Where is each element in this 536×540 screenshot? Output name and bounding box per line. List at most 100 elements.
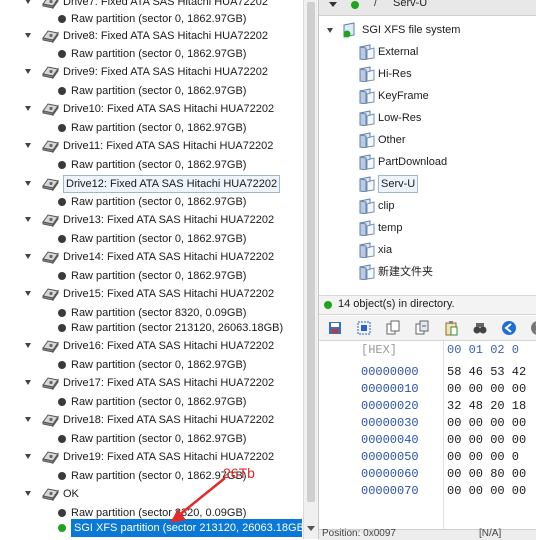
- tree-partition-item[interactable]: Raw partition (sector 0, 1862.97GB): [0, 393, 302, 411]
- partition-ok-icon: [58, 524, 66, 532]
- tree-drive-item[interactable]: OK: [0, 485, 302, 503]
- expand-toggle-icon[interactable]: [25, 454, 31, 459]
- expand-toggle-icon[interactable]: [25, 291, 31, 296]
- expand-toggle-icon[interactable]: [25, 417, 31, 422]
- folder-item[interactable]: xia: [319, 240, 536, 260]
- expand-toggle-icon[interactable]: [25, 254, 31, 259]
- tree-partition-item[interactable]: Raw partition (sector 0, 1862.97GB): [0, 430, 302, 448]
- hex-bytes[interactable]: 00 00 80 00: [447, 467, 526, 481]
- tree-drive-item[interactable]: Drive18: Fixed ATA SAS Hitachi HUA72202: [0, 411, 302, 429]
- hex-bytes[interactable]: 00 00 00 00: [447, 382, 526, 396]
- tree-drive-item[interactable]: Drive17: Fixed ATA SAS Hitachi HUA72202: [0, 374, 302, 392]
- hard-drive-icon: [41, 102, 59, 117]
- expand-toggle-icon[interactable]: [25, 181, 31, 186]
- folder-item[interactable]: temp: [319, 218, 536, 238]
- tree-drive-item[interactable]: Drive15: Fixed ATA SAS Hitachi HUA72202: [0, 285, 302, 303]
- tree-drive-item[interactable]: Drive13: Fixed ATA SAS Hitachi HUA72202: [0, 211, 302, 229]
- partition-label: Raw partition (sector 213120, 26063.18GB…: [71, 322, 284, 334]
- tree-drive-item[interactable]: Drive8: Fixed ATA SAS Hitachi HUA72202: [0, 27, 302, 45]
- hex-offset: 00000050: [361, 450, 419, 464]
- hex-bytes[interactable]: 00 00 00 00: [447, 416, 526, 430]
- forward-icon[interactable]: [530, 320, 536, 336]
- tree-partition-item[interactable]: Raw partition (sector 213120, 26063.18GB…: [0, 319, 302, 337]
- folder-item[interactable]: clip: [319, 196, 536, 216]
- drive-label: Drive17: Fixed ATA SAS Hitachi HUA72202: [63, 377, 275, 389]
- position-readout: Position: 0x0097: [322, 528, 396, 539]
- hex-toolbar: [319, 316, 536, 341]
- tree-partition-item[interactable]: Raw partition (sector 0, 1862.97GB): [0, 230, 302, 248]
- folder-tree-root[interactable]: SGI XFS file system: [319, 20, 536, 40]
- copy-to-icon[interactable]: [414, 320, 430, 336]
- scrollbar-thumb[interactable]: [307, 2, 315, 502]
- select-icon[interactable]: [356, 320, 372, 336]
- position-bar: Position: 0x0097 [N/A]: [319, 528, 536, 540]
- chevron-down-icon[interactable]: [329, 2, 337, 7]
- tree-drive-item[interactable]: Drive11: Fixed ATA SAS Hitachi HUA72202: [0, 137, 302, 155]
- copy-icon[interactable]: [385, 320, 401, 336]
- save-icon[interactable]: [327, 320, 343, 336]
- drive-label: Drive10: Fixed ATA SAS Hitachi HUA72202: [63, 103, 275, 115]
- expand-toggle-icon[interactable]: [25, 0, 31, 4]
- hex-column-header: 00 01 02 0: [447, 343, 520, 357]
- partition-icon: [58, 472, 66, 480]
- tree-partition-item[interactable]: Raw partition (sector 0, 1862.97GB): [0, 193, 302, 211]
- expand-toggle-icon[interactable]: [25, 106, 31, 111]
- folder-icon: [357, 66, 375, 83]
- hard-drive-icon: [41, 177, 59, 192]
- expand-toggle-icon[interactable]: [327, 28, 333, 33]
- partition-icon: [58, 435, 66, 443]
- tree-partition-item[interactable]: Raw partition (sector 0, 1862.97GB): [0, 82, 302, 100]
- hex-view[interactable]: [HEX] 00 01 02 0 00000000 58 46 53 42 0000…: [319, 341, 536, 529]
- expand-toggle-icon[interactable]: [25, 33, 31, 38]
- tree-partition-item[interactable]: Raw partition (sector 0, 1862.97GB): [0, 267, 302, 285]
- tree-scrollbar[interactable]: [303, 0, 318, 539]
- folder-item[interactable]: KeyFrame: [319, 86, 536, 106]
- tree-drive-item[interactable]: Drive10: Fixed ATA SAS Hitachi HUA72202: [0, 100, 302, 118]
- partition-label: Raw partition (sector 0, 1862.97GB): [71, 48, 247, 60]
- tree-partition-item[interactable]: Raw partition (sector 0, 1862.97GB): [0, 356, 302, 374]
- tree-partition-item[interactable]: Raw partition (sector 0, 1862.97GB): [0, 119, 302, 137]
- back-icon[interactable]: [501, 320, 517, 336]
- tree-partition-item[interactable]: Raw partition (sector 0, 1862.97GB): [0, 467, 302, 485]
- partition-icon: [58, 124, 66, 132]
- hard-drive-icon: [41, 339, 59, 354]
- expand-toggle-icon[interactable]: [25, 343, 31, 348]
- tree-partition-item[interactable]: SGI XFS partition (sector 213120, 26063.…: [0, 519, 302, 537]
- folder-item[interactable]: Low-Res: [319, 108, 536, 128]
- folder-item[interactable]: Hi-Res: [319, 64, 536, 84]
- scroll-down-icon[interactable]: [307, 526, 315, 531]
- tree-drive-item[interactable]: Drive19: Fixed ATA SAS Hitachi HUA72202: [0, 448, 302, 466]
- drive-label: Drive15: Fixed ATA SAS Hitachi HUA72202: [63, 288, 275, 300]
- folder-item[interactable]: PartDownload: [319, 152, 536, 172]
- expand-toggle-icon[interactable]: [25, 380, 31, 385]
- folder-item[interactable]: 新建文件夹: [319, 262, 536, 282]
- expand-toggle-icon[interactable]: [25, 491, 31, 496]
- hex-bytes[interactable]: 58 46 53 42: [447, 365, 526, 379]
- hard-drive-icon: [41, 29, 59, 44]
- partition-icon: [58, 15, 66, 23]
- hex-bytes[interactable]: 00 00 00 0: [447, 450, 519, 464]
- folder-item[interactable]: External: [319, 42, 536, 62]
- tree-drive-item[interactable]: Drive12: Fixed ATA SAS Hitachi HUA72202: [0, 175, 302, 193]
- folder-item[interactable]: Serv-U: [319, 174, 536, 194]
- folder-label: Low-Res: [378, 112, 422, 124]
- hex-bytes[interactable]: 32 48 20 18: [447, 399, 526, 413]
- paste-icon[interactable]: [443, 320, 459, 336]
- tree-drive-item[interactable]: Drive14: Fixed ATA SAS Hitachi HUA72202: [0, 248, 302, 266]
- tree-drive-item[interactable]: Drive9: Fixed ATA SAS Hitachi HUA72202: [0, 63, 302, 81]
- find-icon[interactable]: [472, 320, 488, 336]
- expand-toggle-icon[interactable]: [25, 69, 31, 74]
- tree-partition-item[interactable]: Raw partition (sector 0, 1862.97GB): [0, 45, 302, 63]
- hex-bytes[interactable]: 00 00 00 00: [447, 484, 526, 498]
- folder-label: External: [378, 46, 419, 58]
- tree-drive-item[interactable]: Drive16: Fixed ATA SAS Hitachi HUA72202: [0, 337, 302, 355]
- hex-offset: 00000070: [361, 484, 419, 498]
- breadcrumb-current[interactable]: Serv-U: [393, 0, 427, 9]
- expand-toggle-icon[interactable]: [25, 217, 31, 222]
- expand-toggle-icon[interactable]: [25, 143, 31, 148]
- hard-drive-icon: [41, 287, 59, 302]
- hex-bytes[interactable]: 00 00 00 00: [447, 433, 526, 447]
- folder-item[interactable]: Other: [319, 130, 536, 150]
- tree-partition-item[interactable]: Raw partition (sector 0, 1862.97GB): [0, 10, 302, 28]
- tree-partition-item[interactable]: Raw partition (sector 0, 1862.97GB): [0, 156, 302, 174]
